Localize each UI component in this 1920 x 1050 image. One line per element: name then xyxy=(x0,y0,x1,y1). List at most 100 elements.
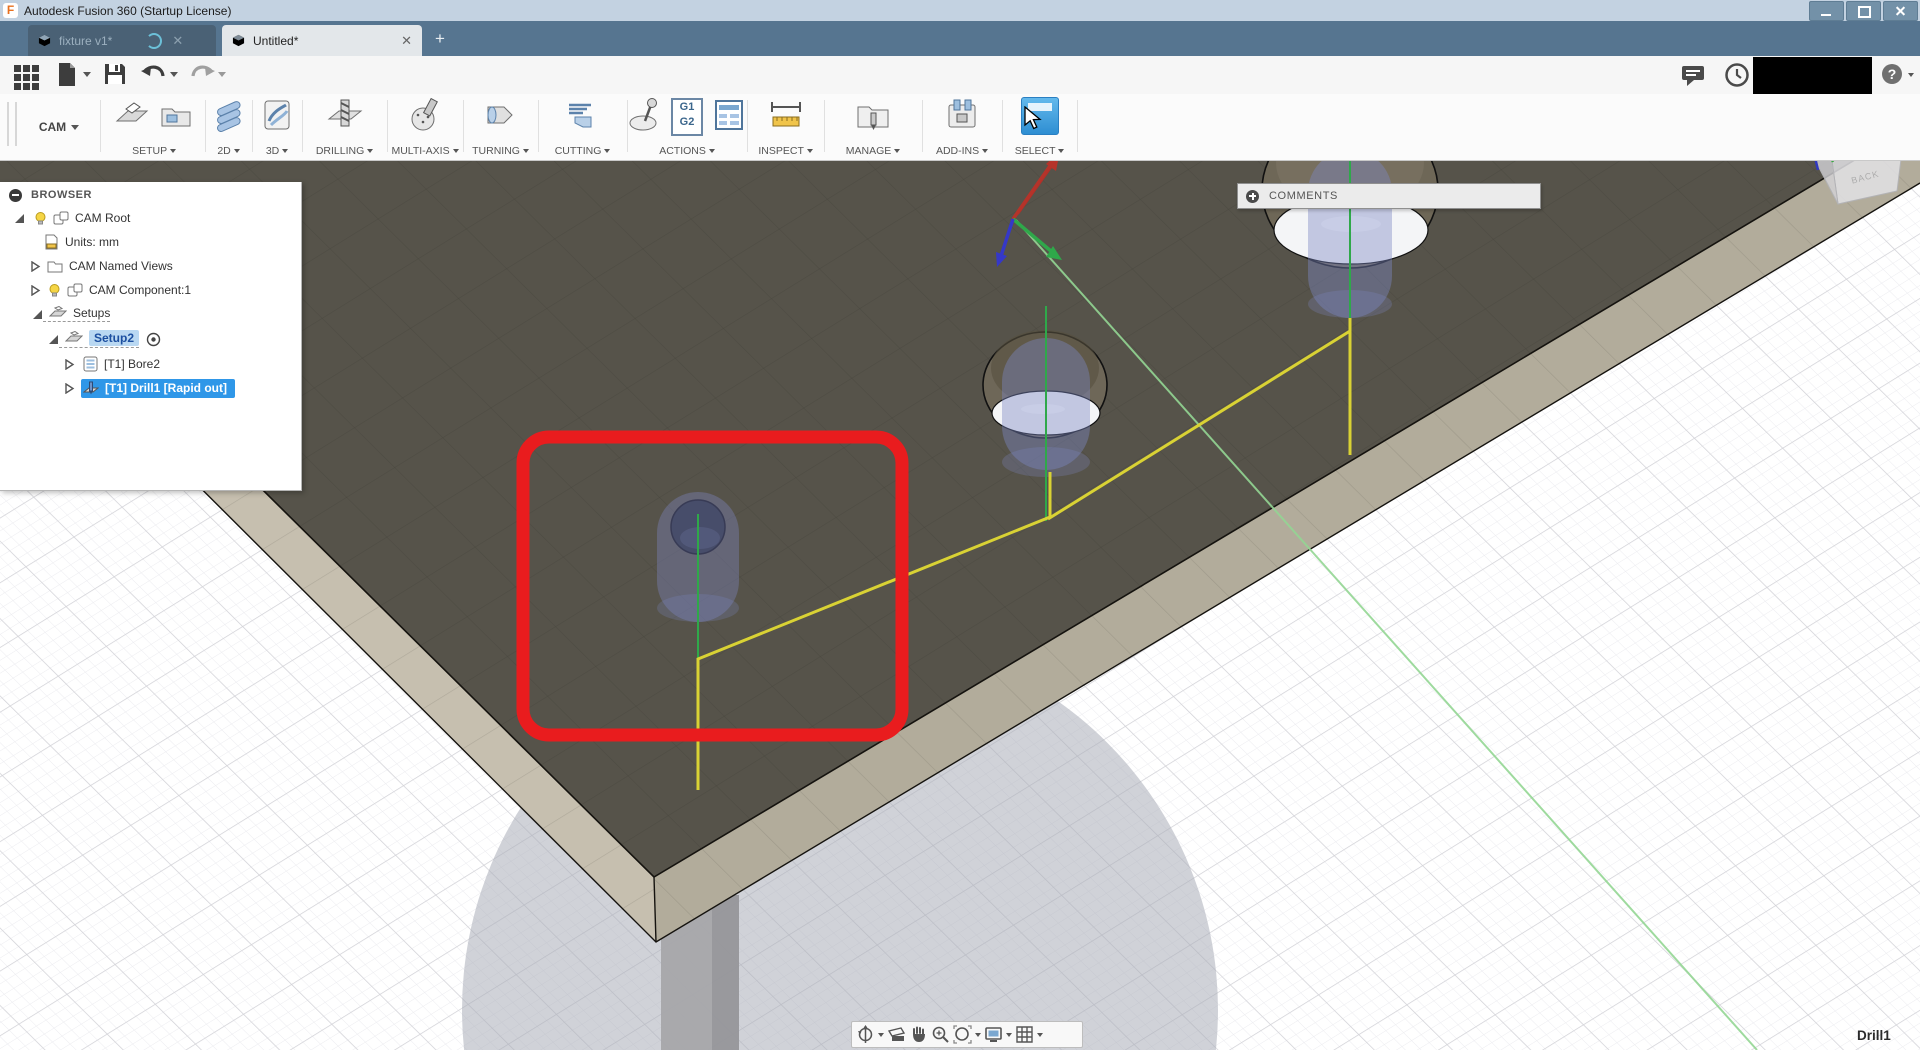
tree-label[interactable]: CAM Named Views xyxy=(69,259,173,273)
tab-fixture-v1[interactable]: fixture v1* ✕ xyxy=(28,25,216,56)
tree-label[interactable]: [T1] Bore2 xyxy=(104,357,160,371)
group-label-inspect[interactable]: INSPECT xyxy=(747,145,824,157)
undo-icon[interactable] xyxy=(140,62,166,86)
active-setup-radio-icon[interactable] xyxy=(146,332,161,347)
multi-axis-icon[interactable] xyxy=(407,97,443,133)
measure-icon[interactable] xyxy=(768,97,804,133)
post-process-icon[interactable]: G1 G2 xyxy=(671,98,703,136)
grid-caret[interactable] xyxy=(1037,1032,1043,1037)
title-bar: F Autodesk Fusion 360 (Startup License) xyxy=(0,0,1920,22)
comments-panel[interactable]: COMMENTS xyxy=(1237,183,1541,209)
minimize-button[interactable] xyxy=(1809,1,1844,21)
maximize-button[interactable] xyxy=(1846,1,1881,21)
sync-status-icon xyxy=(146,32,163,49)
file-menu-caret[interactable] xyxy=(83,72,91,77)
visibility-bulb-icon[interactable] xyxy=(33,211,48,226)
clock-icon[interactable] xyxy=(1724,62,1750,88)
navigation-bar xyxy=(851,1021,1083,1048)
help-caret[interactable] xyxy=(1908,73,1914,77)
toolbar-grip[interactable] xyxy=(7,102,17,146)
help-icon[interactable]: ? xyxy=(1882,64,1902,84)
add-comment-icon[interactable] xyxy=(1246,189,1259,203)
collapsed-icon[interactable] xyxy=(64,358,75,370)
group-label-drilling[interactable]: DRILLING xyxy=(302,145,387,157)
tree-label[interactable]: Setups xyxy=(73,306,110,320)
collapsed-icon[interactable] xyxy=(30,260,41,272)
file-menu-icon[interactable] xyxy=(56,62,78,88)
orbit-caret[interactable] xyxy=(878,1032,884,1037)
setup-folder-icon[interactable] xyxy=(158,97,194,133)
browser-header: BROWSER xyxy=(0,182,301,208)
display-settings-icon[interactable] xyxy=(984,1025,1003,1044)
group-label-multiaxis[interactable]: MULTI-AXIS xyxy=(387,145,463,157)
fit-view-icon[interactable] xyxy=(953,1025,972,1044)
fusion-logo-icon: F xyxy=(3,3,18,18)
setup-sheet-icon[interactable] xyxy=(711,97,747,133)
zoom-icon[interactable] xyxy=(931,1025,950,1044)
tree-label[interactable]: CAM Component:1 xyxy=(89,283,191,297)
add-ins-icon[interactable] xyxy=(944,97,980,133)
drilling-icon[interactable] xyxy=(327,97,363,133)
component-icon xyxy=(53,211,69,225)
expanded-icon[interactable] xyxy=(32,309,43,320)
group-label-3d[interactable]: 3D xyxy=(252,145,302,157)
tree-item-named-views[interactable]: CAM Named Views xyxy=(30,255,173,277)
group-label-actions[interactable]: ACTIONS xyxy=(627,145,747,157)
expanded-icon[interactable] xyxy=(14,213,25,224)
redo-icon[interactable] xyxy=(190,62,216,86)
collapsed-icon[interactable] xyxy=(30,284,41,296)
fit-caret[interactable] xyxy=(975,1032,981,1037)
component-icon xyxy=(67,283,83,297)
collapse-browser-icon[interactable] xyxy=(9,188,22,202)
tool-library-icon[interactable] xyxy=(855,97,891,133)
look-at-icon[interactable] xyxy=(887,1025,906,1044)
orbit-icon[interactable] xyxy=(856,1025,875,1044)
cutting-icon[interactable] xyxy=(565,97,601,133)
group-label-2d[interactable]: 2D xyxy=(205,145,252,157)
display-caret[interactable] xyxy=(1006,1032,1012,1037)
close-button[interactable] xyxy=(1883,1,1918,21)
tree-item-cam-component[interactable]: CAM Component:1 xyxy=(30,279,191,301)
tree-item-drill1[interactable]: [T1] Drill1 [Rapid out] xyxy=(64,377,235,399)
ribbon-group-drilling: DRILLING xyxy=(302,94,387,160)
expanded-icon[interactable] xyxy=(48,334,59,345)
tree-item-bore2[interactable]: [T1] Bore2 xyxy=(64,353,160,375)
collapsed-icon[interactable] xyxy=(64,382,75,394)
new-tab-button[interactable]: + xyxy=(430,29,450,49)
workspace-selector[interactable]: CAM xyxy=(22,94,96,160)
app-grid-icon[interactable] xyxy=(14,65,39,90)
undo-caret[interactable] xyxy=(170,72,178,77)
tab-untitled[interactable]: Untitled* ✕ xyxy=(222,25,422,56)
document-icon xyxy=(38,34,51,47)
group-label-manage[interactable]: MANAGE xyxy=(824,145,922,157)
3d-milling-icon[interactable] xyxy=(259,97,295,133)
tree-item-setup2[interactable]: Setup2 xyxy=(48,328,161,350)
comment-bubble-icon[interactable] xyxy=(1680,62,1706,88)
visibility-bulb-icon[interactable] xyxy=(47,283,62,298)
turning-icon[interactable] xyxy=(483,97,519,133)
folder-icon xyxy=(47,261,63,273)
comments-label: COMMENTS xyxy=(1269,190,1338,202)
tree-label[interactable]: CAM Root xyxy=(75,211,130,225)
redacted-account-area xyxy=(1753,57,1872,99)
group-label-cutting[interactable]: CUTTING xyxy=(538,145,627,157)
pan-icon[interactable] xyxy=(909,1025,928,1044)
save-icon[interactable] xyxy=(103,62,127,86)
redo-caret[interactable] xyxy=(218,72,226,77)
tree-item-cam-root[interactable]: CAM Root xyxy=(14,207,130,229)
tree-label-setup2[interactable]: Setup2 xyxy=(89,330,140,346)
tree-label-drill1[interactable]: [T1] Drill1 [Rapid out] xyxy=(105,381,227,395)
2d-milling-icon[interactable] xyxy=(211,97,247,133)
simulate-icon[interactable] xyxy=(627,97,663,133)
group-label-setup[interactable]: SETUP xyxy=(103,145,205,157)
grid-settings-icon[interactable] xyxy=(1015,1025,1034,1044)
tree-label[interactable]: Units: mm xyxy=(65,235,119,249)
tree-item-setups[interactable]: Setups xyxy=(32,303,111,325)
group-label-addins[interactable]: ADD-INS xyxy=(922,145,1002,157)
group-label-turning[interactable]: TURNING xyxy=(463,145,538,157)
tree-item-units[interactable]: Units: mm xyxy=(44,231,119,253)
tab-close-icon[interactable]: ✕ xyxy=(401,33,412,49)
new-setup-icon[interactable] xyxy=(114,97,150,133)
tab-close-icon[interactable]: ✕ xyxy=(172,33,183,49)
group-label-select[interactable]: SELECT xyxy=(1002,145,1077,157)
